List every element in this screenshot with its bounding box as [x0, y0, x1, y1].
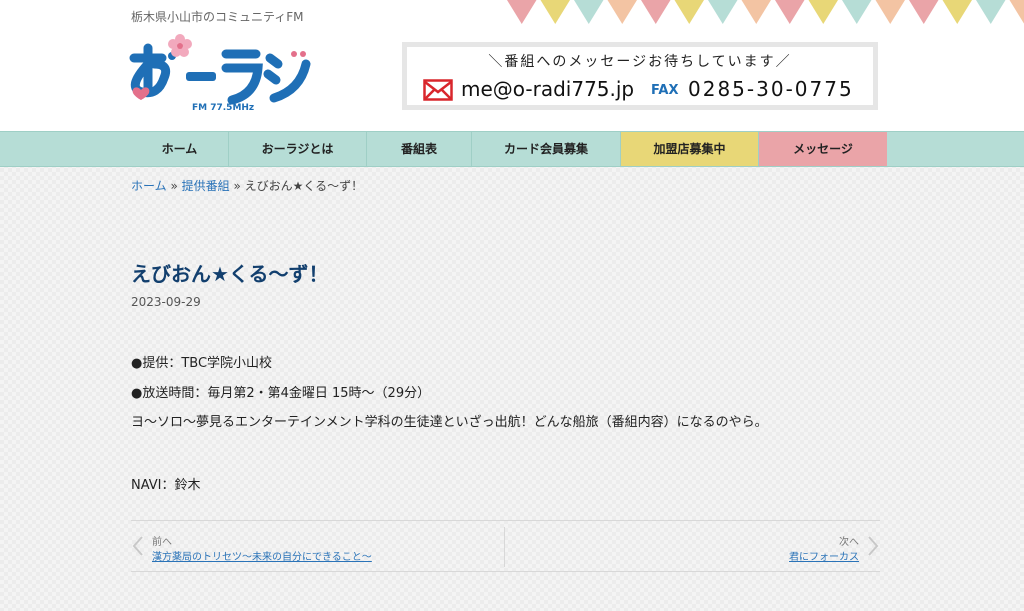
breadcrumb-home[interactable]: ホーム: [131, 179, 167, 193]
post-nav-divider: [504, 527, 505, 567]
bunting-flag: [775, 0, 805, 24]
chevron-right-icon[interactable]: [866, 535, 880, 557]
contact-heading: ＼番組へのメッセージお待ちしています／: [488, 54, 792, 70]
next-post-link[interactable]: 君にフォーカス: [789, 548, 859, 563]
breadcrumb-category[interactable]: 提供番組: [182, 179, 230, 193]
post-description: ヨ〜ソロ〜夢見るエンターテインメント学科の生徒達といざっ出航！どんな船旅（番組内…: [131, 415, 768, 430]
bunting-flag: [708, 0, 738, 24]
logo-frequency: FM 77.5MHz: [192, 103, 254, 113]
nav-home[interactable]: ホーム: [131, 132, 229, 166]
prev-post-link[interactable]: 漢方薬局のトリセツ〜未来の自分にできること〜: [152, 548, 372, 563]
nav-about[interactable]: おーラジとは: [229, 132, 367, 166]
bunting-flag: [741, 0, 771, 24]
nav-member-stores[interactable]: 加盟店募集中: [621, 132, 759, 166]
post-sponsor: ●提供：TBC学院小山校: [131, 356, 273, 371]
post-navigator: NAVI：鈴木: [131, 478, 201, 493]
bunting-flag: [540, 0, 570, 24]
bunting-flag: [607, 0, 637, 24]
site-tagline: 栃木県小山市のコミュニティFM: [131, 10, 304, 24]
chevron-left-icon[interactable]: [131, 535, 145, 557]
bunting-decoration: [507, 0, 1024, 24]
breadcrumb-separator: »: [229, 179, 245, 193]
bunting-flag: [574, 0, 604, 24]
bunting-flag: [875, 0, 905, 24]
fax-label: FAX: [651, 83, 679, 98]
post-airtime: ●放送時間：毎月第2・第4金曜日 15時〜（29分）: [131, 386, 431, 401]
site-header: 栃木県小山市のコミュニティFM FM 77.5MHz ＼番組へのメッセージお待ち…: [0, 0, 1024, 131]
mail-icon: [423, 79, 453, 101]
bunting-flag: [641, 0, 671, 24]
contact-email[interactable]: me@o-radi775.jp: [461, 77, 634, 101]
nav-card-members[interactable]: カード会員募集: [472, 132, 621, 166]
bunting-flag: [942, 0, 972, 24]
bunting-flag: [808, 0, 838, 24]
prev-post-label: 前へ: [152, 537, 172, 548]
nav-message[interactable]: メッセージ: [759, 132, 887, 166]
next-post-label: 次へ: [839, 537, 859, 548]
bunting-flag: [674, 0, 704, 24]
main-nav: ホーム おーラジとは 番組表 カード会員募集 加盟店募集中 メッセージ: [0, 131, 1024, 167]
site-logo[interactable]: FM 77.5MHz: [128, 34, 313, 114]
breadcrumb-current: えびおん★くる〜ず！: [244, 179, 364, 193]
post-title: えびおん★くる〜ず！: [131, 262, 329, 286]
nav-schedule[interactable]: 番組表: [367, 132, 472, 166]
post-date: 2023-09-29: [131, 295, 201, 309]
bunting-flag: [909, 0, 939, 24]
bunting-flag: [842, 0, 872, 24]
bunting-flag: [976, 0, 1006, 24]
breadcrumb: ホーム » 提供番組 » えびおん★くる〜ず！: [131, 177, 363, 194]
bunting-flag: [507, 0, 537, 24]
bunting-flag: [1009, 0, 1024, 24]
post-navigation: 前へ 漢方薬局のトリセツ〜未来の自分にできること〜 次へ 君にフォーカス: [131, 520, 880, 572]
breadcrumb-separator: »: [166, 179, 182, 193]
contact-banner: ＼番組へのメッセージお待ちしています／ me@o-radi775.jp FAX …: [402, 42, 878, 110]
fax-number: 0285-30-0775: [688, 77, 854, 101]
